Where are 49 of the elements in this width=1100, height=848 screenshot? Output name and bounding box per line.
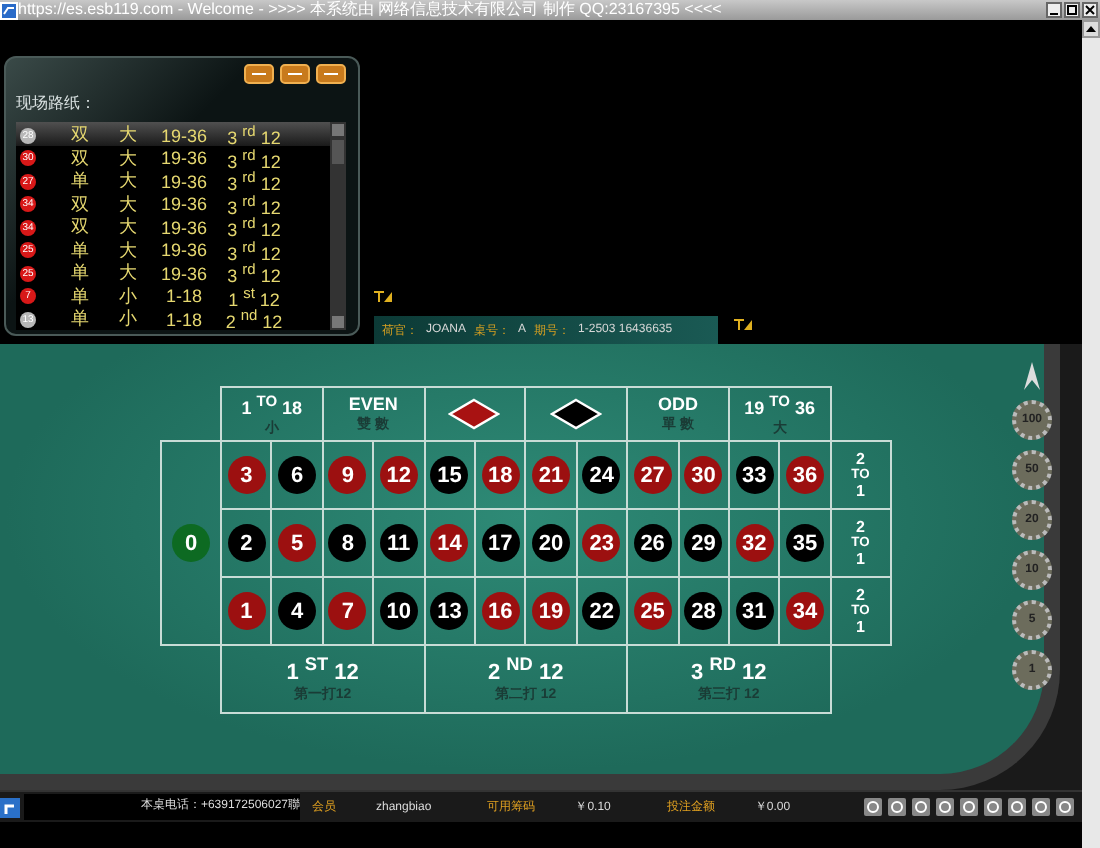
dozen-text: 3 $^{rd}$ 12 <box>225 214 283 240</box>
maximize-icon[interactable] <box>1064 2 1080 18</box>
dozen-text: 3 $^{rd}$ 12 <box>225 145 283 171</box>
range-text: 19-36 <box>158 240 210 260</box>
arrow-icon[interactable] <box>1024 362 1040 390</box>
scrollbar-icon[interactable] <box>330 122 346 330</box>
minimize-icon[interactable] <box>1046 2 1062 18</box>
range-text: 19-36 <box>158 263 210 283</box>
roadmap-title: 现场路纸： <box>16 92 98 114</box>
range-text: 19-36 <box>158 171 210 191</box>
size-text: 大 <box>117 237 139 263</box>
parity-text: 单 <box>69 168 91 194</box>
parity-text: 单 <box>69 306 91 332</box>
dozen-text: 3 $^{rd}$ 12 <box>225 191 283 217</box>
dozen-text: 3 $^{rd}$ 12 <box>225 237 283 263</box>
browser-icon <box>0 1 18 19</box>
signal-icon <box>374 290 392 304</box>
size-text: 大 <box>117 260 139 286</box>
close-icon[interactable] <box>1082 2 1098 18</box>
scroll-up-icon[interactable] <box>1082 20 1100 38</box>
range-text: 1-18 <box>163 286 204 306</box>
parity-text: 单 <box>69 260 91 286</box>
size-text: 大 <box>117 191 139 217</box>
parity-text: 双 <box>69 122 91 148</box>
parity-text: 双 <box>69 191 91 217</box>
size-text: 大 <box>117 145 139 171</box>
size-text: 大 <box>117 168 139 194</box>
dozen-text: 3 $^{rd}$ 12 <box>225 168 283 194</box>
parity-text: 双 <box>69 214 91 240</box>
range-text: 19-36 <box>158 217 210 237</box>
dozen-text: 2 $^{nd}$ 12 <box>223 306 285 332</box>
size-text: 大 <box>117 122 139 148</box>
parity-text: 单 <box>69 237 91 263</box>
signal-icon <box>734 318 752 332</box>
parity-text: 双 <box>69 145 91 171</box>
back-icon[interactable] <box>0 797 20 817</box>
range-text: 1-18 <box>163 309 204 329</box>
size-text: 小 <box>117 306 139 332</box>
range-text: 19-36 <box>158 194 210 214</box>
zero-cell[interactable]: 0 <box>160 440 222 646</box>
dozen-text: 3 $^{rd}$ 12 <box>225 122 283 148</box>
window-title: https://es.esb119.com - Welcome - >>>> 本系统由 网络信息技术有限公司 制作 QQ:23167395 <<<< <box>18 0 724 20</box>
range-text: 19-36 <box>158 148 210 168</box>
dozen-text: 3 $^{rd}$ 12 <box>225 260 283 286</box>
range-text: 19-36 <box>158 125 210 145</box>
parity-text: 单 <box>69 283 91 309</box>
dozen-text: 1 $^{st}$ 12 <box>226 283 282 309</box>
size-text: 大 <box>117 214 139 240</box>
size-text: 小 <box>117 283 139 309</box>
